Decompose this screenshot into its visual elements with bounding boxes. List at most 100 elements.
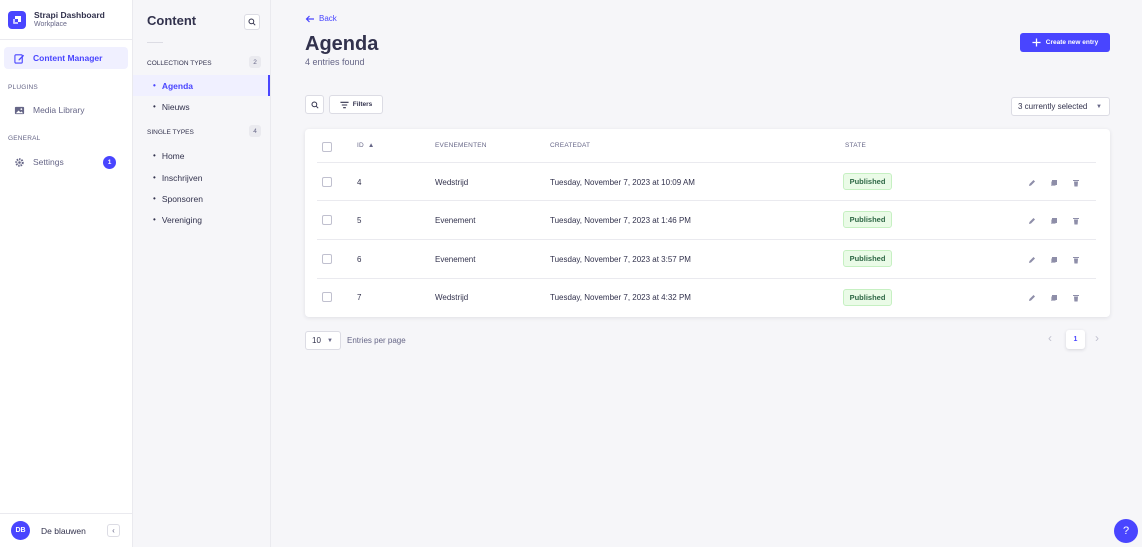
chevron-down-icon: ▼ xyxy=(1096,103,1102,110)
columns-select[interactable]: 3 currently selected ▼ xyxy=(1011,97,1110,116)
cell-createdat: Tuesday, November 7, 2023 at 3:57 PM xyxy=(550,255,691,264)
entries-per-page-label: Entries per page xyxy=(347,336,406,345)
chevron-left-icon: ‹ xyxy=(112,526,115,535)
user-menu[interactable]: DB De blauwen ‹ xyxy=(0,513,132,547)
cell-createdat: Tuesday, November 7, 2023 at 10:09 AM xyxy=(550,178,695,187)
pagination-current-page[interactable]: 1 xyxy=(1066,330,1085,349)
collection-types-heading: COLLECTION TYPES xyxy=(147,60,212,67)
subnav-item-inschrijven[interactable]: Inschrijven xyxy=(133,167,270,188)
column-header-id[interactable]: ID ▲ xyxy=(357,142,375,149)
filters-button[interactable]: Filters xyxy=(329,95,383,114)
gear-icon xyxy=(15,157,24,167)
nav-item-settings[interactable]: Settings 1 xyxy=(4,151,128,173)
plus-icon xyxy=(1032,38,1041,47)
entries-table: ID ▲ EVENEMENTEN CREATEDAT STATE 4 Wedst… xyxy=(305,129,1110,317)
subnav-item-nieuws[interactable]: Nieuws xyxy=(133,96,270,117)
trash-icon[interactable] xyxy=(1071,178,1080,187)
strapi-logo-icon xyxy=(8,10,26,29)
filter-icon xyxy=(340,101,349,108)
entries-count: 4 entries found xyxy=(305,57,365,67)
cell-evenementen: Wedstrijd xyxy=(435,293,469,302)
pencil-square-icon xyxy=(14,53,25,64)
user-name: De blauwen xyxy=(41,525,86,536)
search-icon xyxy=(248,18,256,26)
column-header-state: STATE xyxy=(845,142,866,149)
sort-ascending-icon: ▲ xyxy=(365,142,375,149)
cell-createdat: Tuesday, November 7, 2023 at 1:46 PM xyxy=(550,216,691,225)
subnav-item-sponsoren[interactable]: Sponsoren xyxy=(133,188,270,209)
single-types-heading: SINGLE TYPES xyxy=(147,129,194,136)
divider xyxy=(147,42,163,43)
subnav-item-vereniging[interactable]: Vereniging xyxy=(133,209,270,230)
create-button-label: Create new entry xyxy=(1045,39,1099,46)
nav-item-media-library[interactable]: Media Library xyxy=(4,99,128,121)
pencil-icon[interactable] xyxy=(1027,178,1036,187)
duplicate-icon[interactable] xyxy=(1049,216,1058,225)
chevron-down-icon: ▼ xyxy=(327,337,333,344)
cell-createdat: Tuesday, November 7, 2023 at 4:32 PM xyxy=(550,293,691,302)
nav-item-label: Media Library xyxy=(33,105,85,115)
subnav-title: Content xyxy=(147,13,197,28)
row-checkbox[interactable] xyxy=(322,215,332,225)
cell-id: 5 xyxy=(357,216,362,225)
entries-per-page-select[interactable]: 10 ▼ xyxy=(305,331,341,350)
nav-section-plugins: PLUGINS xyxy=(8,84,38,91)
row-checkbox[interactable] xyxy=(322,292,332,302)
duplicate-icon[interactable] xyxy=(1049,178,1058,187)
cell-evenementen: Wedstrijd xyxy=(435,178,469,187)
settings-notification-badge: 1 xyxy=(103,155,116,169)
cell-evenementen: Evenement xyxy=(435,255,476,264)
back-label: Back xyxy=(319,14,337,23)
status-badge: Published xyxy=(843,211,892,228)
per-page-value: 10 xyxy=(312,336,321,345)
status-badge: Published xyxy=(843,173,892,190)
nav-item-content-manager[interactable]: Content Manager xyxy=(4,47,128,69)
brand-title: Strapi Dashboard xyxy=(34,10,105,20)
search-icon xyxy=(310,100,319,109)
select-all-checkbox[interactable] xyxy=(322,142,332,152)
brand-subtitle: Workplace xyxy=(34,21,67,28)
chevron-left-icon[interactable]: ‹ xyxy=(1048,331,1052,345)
brand: Strapi Dashboard Workplace xyxy=(0,0,132,40)
help-button[interactable]: ? xyxy=(1114,519,1138,543)
trash-icon[interactable] xyxy=(1071,255,1080,264)
divider xyxy=(317,239,1096,240)
create-new-entry-button[interactable]: Create new entry xyxy=(1020,33,1110,52)
single-types-count: 4 xyxy=(249,125,261,137)
nav-item-label: Settings xyxy=(33,157,64,167)
cell-evenementen: Evenement xyxy=(435,216,476,225)
divider xyxy=(317,200,1096,201)
table-search-button[interactable] xyxy=(305,95,324,114)
back-link[interactable]: Back xyxy=(305,14,337,23)
main-nav: Strapi Dashboard Workplace Content Manag… xyxy=(0,0,133,547)
subnav-item-home[interactable]: Home xyxy=(133,145,270,166)
chevron-right-icon[interactable]: › xyxy=(1095,331,1099,345)
duplicate-icon[interactable] xyxy=(1049,255,1058,264)
avatar: DB xyxy=(11,521,30,540)
trash-icon[interactable] xyxy=(1071,293,1080,302)
page-title: Agenda xyxy=(305,33,379,55)
pencil-icon[interactable] xyxy=(1027,293,1036,302)
image-icon xyxy=(14,106,25,114)
arrow-left-icon xyxy=(305,15,314,22)
cell-id: 7 xyxy=(357,293,362,302)
cell-id: 6 xyxy=(357,255,362,264)
row-checkbox[interactable] xyxy=(322,254,332,264)
cell-id: 4 xyxy=(357,178,362,187)
collection-types-count: 2 xyxy=(249,56,261,68)
pencil-icon[interactable] xyxy=(1027,216,1036,225)
pencil-icon[interactable] xyxy=(1027,255,1036,264)
trash-icon[interactable] xyxy=(1071,216,1080,225)
divider xyxy=(317,162,1096,163)
column-header-evenementen[interactable]: EVENEMENTEN xyxy=(435,142,487,149)
row-checkbox[interactable] xyxy=(322,177,332,187)
columns-select-value: 3 currently selected xyxy=(1018,102,1088,111)
duplicate-icon[interactable] xyxy=(1049,293,1058,302)
subnav-item-agenda[interactable]: Agenda xyxy=(133,75,270,96)
nav-section-general: GENERAL xyxy=(8,135,41,142)
filters-label: Filters xyxy=(352,101,373,108)
subnav-search-button[interactable] xyxy=(244,14,260,30)
column-header-createdat[interactable]: CREATEDAT xyxy=(550,142,590,149)
collapse-nav-button[interactable]: ‹ xyxy=(107,524,120,537)
divider xyxy=(317,278,1096,279)
